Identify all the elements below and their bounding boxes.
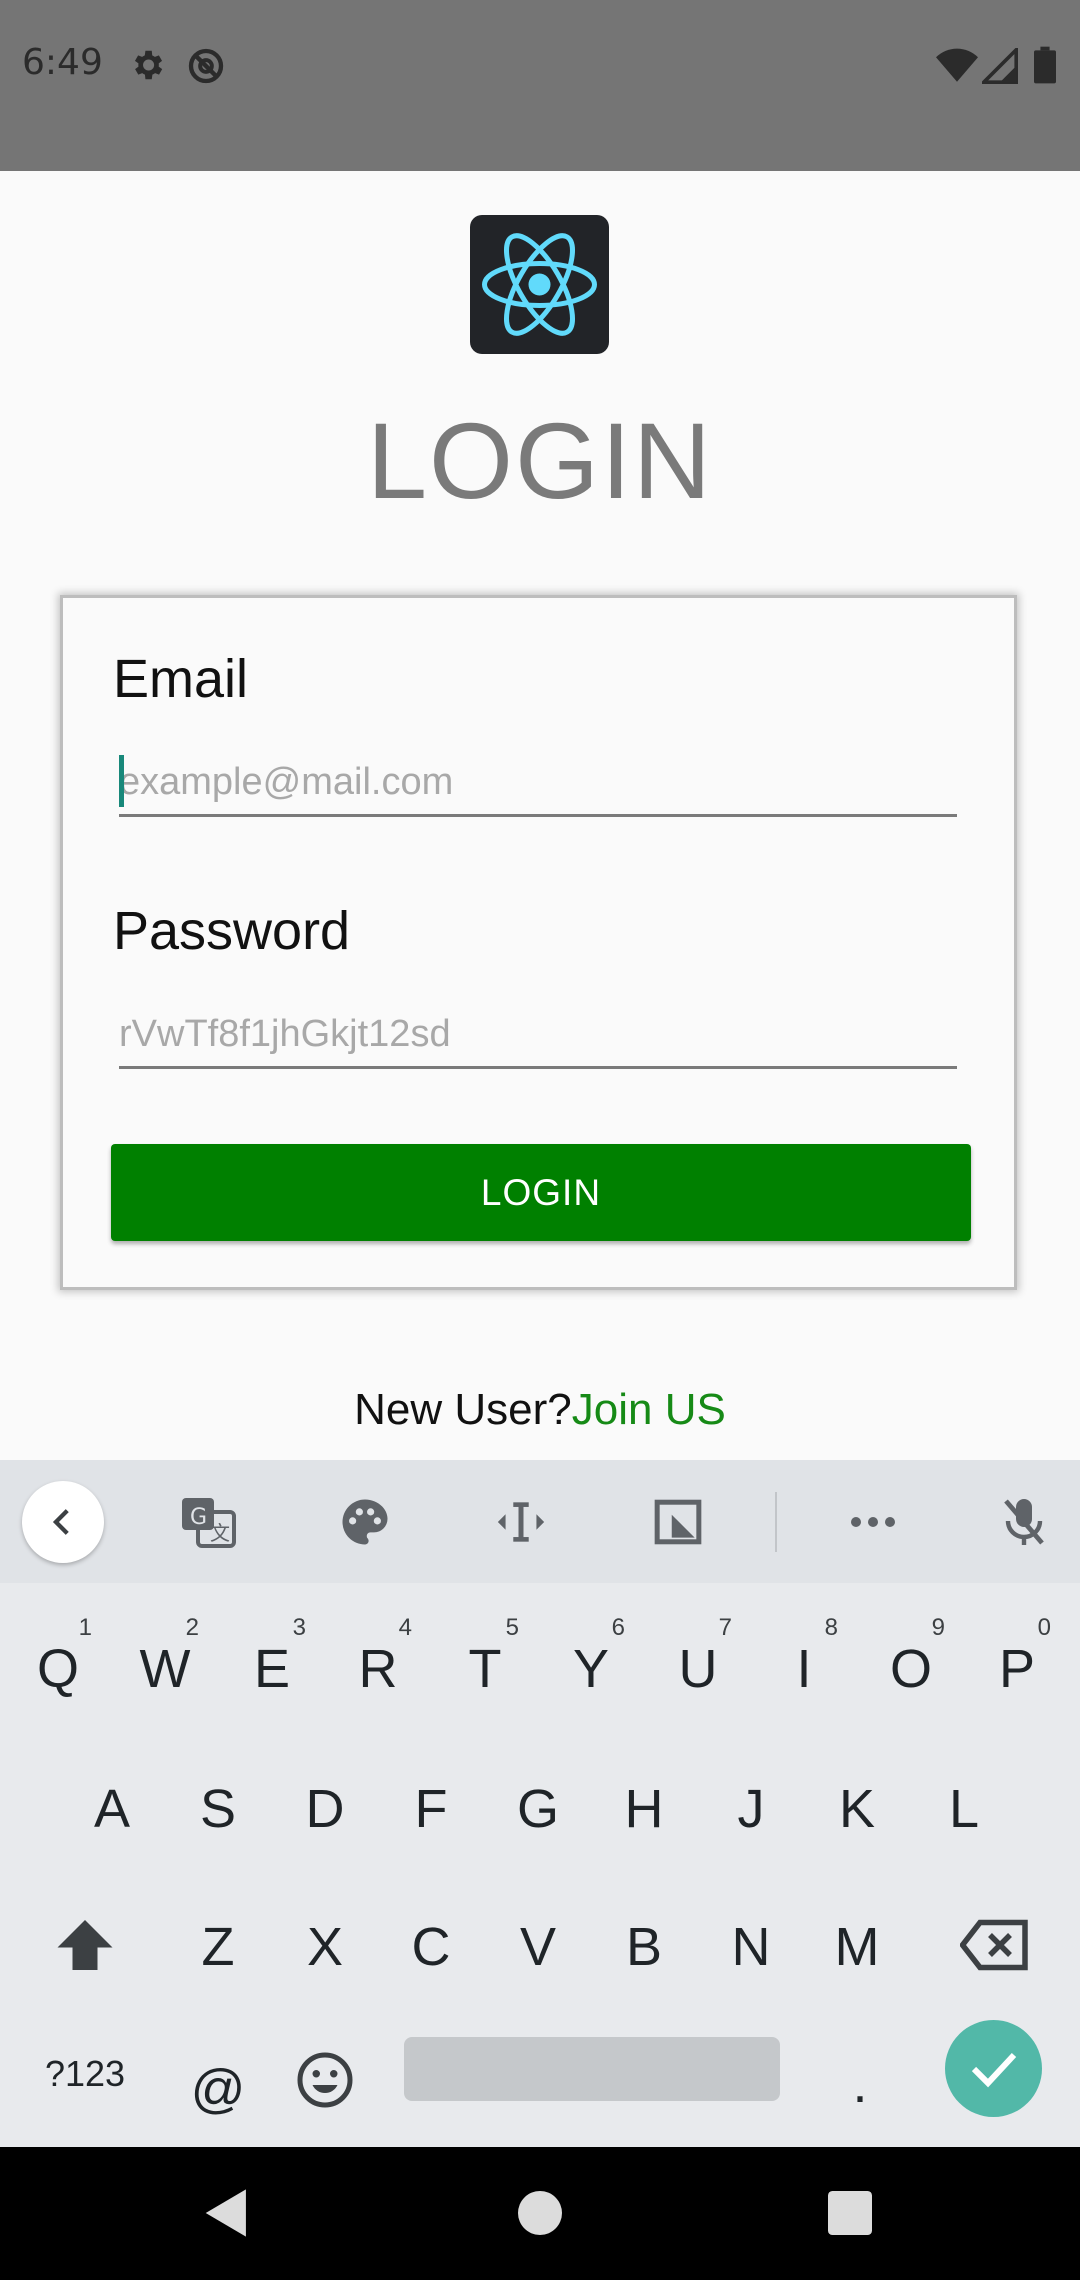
key-s[interactable]: S (168, 1750, 268, 1860)
key-x[interactable]: X (275, 1888, 375, 1998)
more-icon[interactable] (835, 1484, 911, 1560)
key-l[interactable]: L (914, 1750, 1014, 1860)
back-icon[interactable] (22, 1481, 104, 1563)
status-bar: 6:49 (0, 0, 1080, 171)
translate-icon[interactable]: G文 (170, 1484, 246, 1560)
login-form-card: Email Password LOGIN (60, 595, 1017, 1290)
floating-keyboard-icon[interactable] (640, 1484, 716, 1560)
backspace-key[interactable] (945, 1890, 1045, 2000)
navigation-bar (0, 2147, 1080, 2280)
space-bar[interactable] (404, 2037, 780, 2101)
key-m[interactable]: M (807, 1888, 907, 1998)
cellular-signal-icon (979, 45, 1018, 89)
shift-key[interactable] (35, 1890, 135, 2000)
key-e[interactable]: E3 (222, 1610, 322, 1720)
at-key[interactable]: @ (168, 2030, 268, 2140)
key-f[interactable]: F (381, 1750, 481, 1860)
do-not-disturb-icon (186, 46, 226, 91)
svg-text:文: 文 (210, 1521, 230, 1545)
key-j[interactable]: J (701, 1750, 801, 1860)
email-label: Email (113, 649, 249, 709)
check-icon[interactable] (945, 2020, 1042, 2117)
key-t[interactable]: T5 (435, 1610, 535, 1720)
key-g[interactable]: G (488, 1750, 588, 1860)
gear-icon (128, 46, 166, 89)
status-time: 6:49 (22, 42, 103, 83)
key-o[interactable]: O9 (861, 1610, 961, 1720)
signup-prompt: New User?Join US (0, 1385, 1080, 1435)
emoji-icon[interactable] (275, 2030, 375, 2130)
wifi-icon (936, 48, 978, 89)
key-d[interactable]: D (275, 1750, 375, 1860)
key-i[interactable]: I8 (754, 1610, 854, 1720)
toolbar-divider (775, 1492, 777, 1552)
key-k[interactable]: K (807, 1750, 907, 1860)
password-label: Password (113, 901, 351, 961)
key-p[interactable]: P0 (967, 1610, 1067, 1720)
key-b[interactable]: B (594, 1888, 694, 1998)
palette-icon[interactable] (327, 1484, 403, 1560)
key-v[interactable]: V (488, 1888, 588, 1998)
key-z[interactable]: Z (168, 1888, 268, 1998)
key-w[interactable]: W2 (115, 1610, 215, 1720)
battery-icon (1034, 46, 1056, 89)
text-cursor (119, 755, 124, 807)
login-button[interactable]: LOGIN (111, 1144, 971, 1241)
page-title: LOGIN (366, 400, 714, 521)
nav-back-icon[interactable] (197, 2183, 257, 2243)
key-u[interactable]: U7 (648, 1610, 748, 1720)
soft-keyboard: G文 Q1 W2 E3 R4 T5 Y6 U7 I8 O9 P0 A S D F… (0, 1460, 1080, 2147)
period-key[interactable]: . (810, 2025, 910, 2135)
key-q[interactable]: Q1 (8, 1610, 108, 1720)
key-a[interactable]: A (62, 1750, 162, 1860)
nav-recents-icon[interactable] (820, 2183, 880, 2243)
react-logo-icon (470, 215, 609, 354)
key-r[interactable]: R4 (328, 1610, 428, 1720)
svg-text:G: G (190, 1505, 207, 1530)
text-cursor-icon[interactable] (483, 1484, 559, 1560)
symbols-key[interactable]: ?123 (30, 2025, 140, 2135)
join-us-link[interactable]: Join US (572, 1385, 726, 1434)
key-y[interactable]: Y6 (541, 1610, 641, 1720)
password-field[interactable] (119, 1002, 957, 1069)
key-n[interactable]: N (701, 1888, 801, 1998)
nav-home-icon[interactable] (510, 2183, 570, 2243)
key-h[interactable]: H (594, 1750, 694, 1860)
mic-off-icon[interactable] (986, 1484, 1062, 1560)
new-user-text: New User? (354, 1385, 572, 1434)
keyboard-toolbar: G文 (0, 1460, 1080, 1583)
key-c[interactable]: C (381, 1888, 481, 1998)
email-field[interactable] (119, 750, 957, 817)
